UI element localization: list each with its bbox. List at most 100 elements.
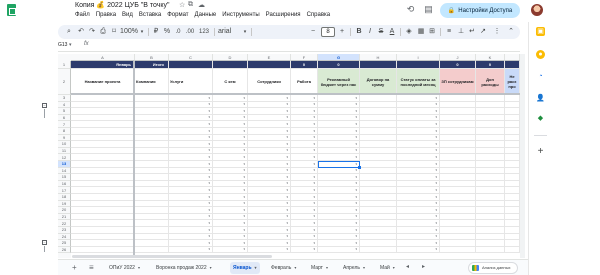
- table-cell[interactable]: [505, 134, 520, 142]
- dropdown-chevron-icon[interactable]: ▾: [355, 235, 357, 238]
- table-cell[interactable]: ▾: [318, 108, 360, 115]
- dropdown-chevron-icon[interactable]: ▾: [355, 221, 357, 225]
- vertical-align-icon[interactable]: ⊥: [456, 25, 466, 39]
- dropdown-chevron-icon[interactable]: ▾: [286, 155, 288, 159]
- table-cell[interactable]: [135, 128, 169, 135]
- table-cell[interactable]: [360, 147, 397, 155]
- table-cell[interactable]: ▾: [248, 240, 291, 247]
- dropdown-chevron-icon[interactable]: ▾: [435, 241, 437, 245]
- dropdown-chevron-icon[interactable]: ▾: [208, 215, 210, 218]
- table-cell[interactable]: [505, 174, 520, 181]
- table-cell[interactable]: [476, 200, 505, 208]
- summary-cell[interactable]: [397, 61, 440, 69]
- dropdown-chevron-icon[interactable]: ▾: [208, 182, 210, 185]
- table-cell[interactable]: [505, 154, 520, 161]
- add-sheet-button[interactable]: +: [72, 263, 77, 272]
- dropdown-chevron-icon[interactable]: ▾: [355, 122, 357, 126]
- table-cell[interactable]: [440, 108, 476, 115]
- dropdown-chevron-icon[interactable]: ▾: [286, 169, 288, 172]
- table-cell[interactable]: [476, 233, 505, 241]
- table-cell[interactable]: ▾: [397, 194, 440, 201]
- table-cell[interactable]: ▾: [213, 213, 248, 221]
- row-header[interactable]: 22: [58, 220, 71, 227]
- keep-icon[interactable]: ●: [536, 50, 545, 59]
- table-cell[interactable]: ▾: [213, 246, 248, 254]
- table-cell[interactable]: ▾: [318, 114, 360, 122]
- table-cell[interactable]: [360, 213, 397, 221]
- row-header[interactable]: 16: [58, 180, 71, 188]
- table-cell[interactable]: [440, 141, 476, 148]
- summary-cell[interactable]: 0: [440, 61, 476, 69]
- table-cell[interactable]: ▾: [318, 121, 360, 128]
- table-cell[interactable]: [360, 128, 397, 135]
- summary-cell[interactable]: [360, 61, 397, 69]
- table-cell[interactable]: ▾: [291, 220, 318, 227]
- table-cell[interactable]: ▾: [318, 207, 360, 214]
- table-cell[interactable]: [71, 174, 135, 181]
- fill-color-icon[interactable]: ◈: [404, 25, 414, 39]
- collapse-toolbar-icon[interactable]: ⌃: [506, 25, 516, 39]
- table-cell[interactable]: [476, 147, 505, 155]
- dropdown-chevron-icon[interactable]: ▾: [208, 202, 210, 205]
- table-cell[interactable]: [135, 227, 169, 234]
- redo-icon[interactable]: ↷: [87, 25, 97, 39]
- increase-font-size-button[interactable]: +: [337, 25, 347, 39]
- table-cell[interactable]: [71, 147, 135, 155]
- row-header[interactable]: 18: [58, 194, 71, 201]
- column-header-c[interactable]: C: [169, 54, 213, 61]
- dropdown-chevron-icon[interactable]: ▾: [313, 228, 315, 232]
- table-cell[interactable]: [360, 194, 397, 201]
- table-cell[interactable]: [360, 240, 397, 247]
- table-cell[interactable]: ▾: [318, 213, 360, 221]
- table-cell[interactable]: ▾: [213, 134, 248, 142]
- dropdown-chevron-icon[interactable]: ▾: [355, 241, 357, 245]
- table-cell[interactable]: ▾: [169, 128, 213, 135]
- table-cell[interactable]: ▾: [169, 227, 213, 234]
- table-cell[interactable]: [476, 213, 505, 221]
- column-header-l[interactable]: [505, 54, 520, 61]
- dropdown-chevron-icon[interactable]: ▾: [286, 202, 288, 205]
- dropdown-chevron-icon[interactable]: ▾: [435, 109, 437, 113]
- sheet-tab-sales-funnel[interactable]: Воронка продаж 2022 ▾: [153, 262, 215, 274]
- summary-cell[interactable]: Итого: [135, 61, 169, 69]
- menu-item-help[interactable]: Справка: [307, 12, 331, 18]
- table-cell[interactable]: ▾: [169, 180, 213, 188]
- table-cell[interactable]: [135, 207, 169, 214]
- table-cell[interactable]: ▾: [397, 147, 440, 155]
- table-cell[interactable]: ▾: [169, 134, 213, 142]
- chevron-down-icon[interactable]: ▾: [255, 265, 257, 270]
- table-cell[interactable]: ▾: [213, 114, 248, 122]
- row-header[interactable]: 6: [58, 114, 71, 122]
- table-cell[interactable]: [71, 114, 135, 122]
- dropdown-chevron-icon[interactable]: ▾: [435, 202, 437, 205]
- dropdown-chevron-icon[interactable]: ▾: [435, 122, 437, 126]
- dropdown-chevron-icon[interactable]: ▾: [243, 103, 245, 106]
- table-cell[interactable]: ▾: [318, 200, 360, 208]
- table-cell[interactable]: [135, 194, 169, 201]
- dropdown-chevron-icon[interactable]: ▾: [313, 116, 315, 119]
- table-cell[interactable]: ▾: [169, 174, 213, 181]
- table-cell[interactable]: [71, 101, 135, 109]
- row-header[interactable]: 26: [58, 246, 71, 254]
- sheet-tab-march[interactable]: Март ▾: [308, 262, 331, 274]
- table-cell[interactable]: ▾: [291, 154, 318, 161]
- table-cell[interactable]: ▾: [213, 187, 248, 194]
- table-cell[interactable]: ▾: [318, 220, 360, 227]
- table-cell[interactable]: [71, 180, 135, 188]
- table-cell[interactable]: ▾: [291, 95, 318, 102]
- dropdown-chevron-icon[interactable]: ▾: [243, 96, 245, 100]
- dropdown-chevron-icon[interactable]: ▾: [313, 149, 315, 152]
- frozen-column-divider[interactable]: [133, 61, 135, 258]
- table-cell[interactable]: [71, 154, 135, 161]
- table-cell[interactable]: [71, 134, 135, 142]
- borders-icon[interactable]: ▦: [416, 25, 426, 39]
- table-cell[interactable]: [440, 134, 476, 142]
- currency-format-button[interactable]: ₽: [151, 25, 161, 39]
- text-color-icon[interactable]: A: [387, 25, 397, 39]
- dropdown-chevron-icon[interactable]: ▾: [435, 188, 437, 192]
- menu-item-edit[interactable]: Правка: [96, 12, 116, 18]
- table-cell[interactable]: ▾: [213, 141, 248, 148]
- table-cell[interactable]: ▾: [213, 161, 248, 168]
- column-header-h[interactable]: H: [360, 54, 397, 61]
- table-cell[interactable]: [360, 220, 397, 227]
